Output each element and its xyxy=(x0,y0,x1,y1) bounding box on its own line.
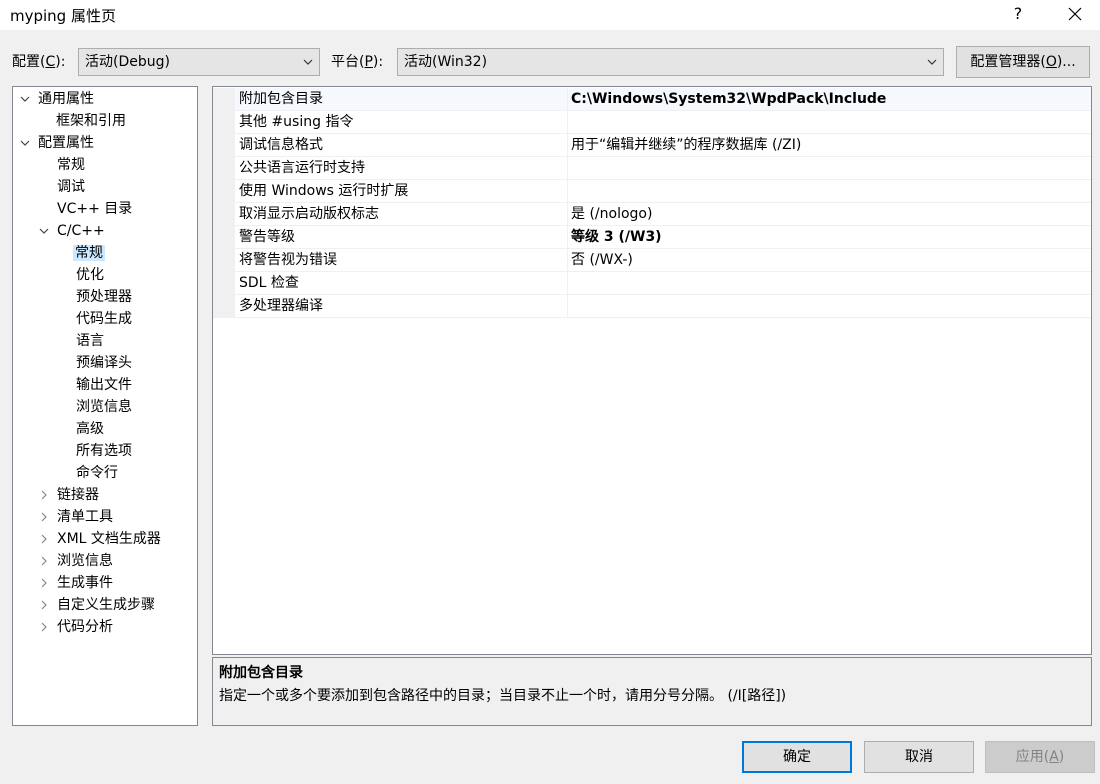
tree-item-optimization[interactable]: 优化 xyxy=(74,264,106,286)
chevron-right-icon xyxy=(41,490,47,500)
config-select-value: 活动(Debug) xyxy=(85,54,170,70)
tree-item-linker[interactable]: 链接器 xyxy=(38,484,101,506)
tree-item-c-cpp-general[interactable]: 常规 xyxy=(73,242,105,264)
platform-select[interactable]: 活动(Win32) xyxy=(397,48,944,76)
chevron-down-icon xyxy=(927,59,937,65)
description-panel: 附加包含目录 指定一个或多个要添加到包含路径中的目录；当目录不止一个时，请用分号… xyxy=(212,657,1092,726)
apply-button[interactable]: 应用(A) xyxy=(985,741,1095,773)
platform-select-value: 活动(Win32) xyxy=(404,54,488,70)
tree-item-preprocessor[interactable]: 预处理器 xyxy=(74,286,134,308)
property-row-clr-support[interactable]: 公共语言运行时支持 xyxy=(213,157,1091,180)
chevron-down-icon xyxy=(303,59,313,65)
tree-item-build-events[interactable]: 生成事件 xyxy=(38,572,115,594)
close-button[interactable] xyxy=(1060,0,1090,28)
chevron-down-icon xyxy=(39,228,49,234)
tree-item-custom-build-step[interactable]: 自定义生成步骤 xyxy=(38,594,157,616)
tree-item-browse-information[interactable]: 浏览信息 xyxy=(74,396,134,418)
close-icon xyxy=(1068,7,1082,21)
property-row-suppress-startup-banner[interactable]: 取消显示启动版权标志 是 (/nologo) xyxy=(213,203,1091,226)
property-row-sdl-checks[interactable]: SDL 检查 xyxy=(213,272,1091,295)
chevron-right-icon xyxy=(41,622,47,632)
property-row-treat-warnings-as-errors[interactable]: 将警告视为错误 否 (/WX-) xyxy=(213,249,1091,272)
property-row-additional-include-directories[interactable]: 附加包含目录 C:\Windows\System32\WpdPack\Inclu… xyxy=(213,88,1091,111)
tree-item-browse-information-2[interactable]: 浏览信息 xyxy=(38,550,115,572)
property-row-windows-runtime-extension[interactable]: 使用 Windows 运行时扩展 xyxy=(213,180,1091,203)
tree-item-common-properties[interactable]: 通用属性 xyxy=(19,88,96,110)
chevron-right-icon xyxy=(41,534,47,544)
title-bar: myping 属性页 ? xyxy=(0,0,1100,30)
property-tree[interactable]: 通用属性 框架和引用 配置属性 常规 调试 VC++ 目录 C/C++ 常规 优… xyxy=(12,86,198,726)
chevron-right-icon xyxy=(41,512,47,522)
tree-item-manifest-tool[interactable]: 清单工具 xyxy=(38,506,115,528)
tree-item-language[interactable]: 语言 xyxy=(74,330,106,352)
tree-item-vc-directories[interactable]: VC++ 目录 xyxy=(55,198,134,220)
configuration-manager-button[interactable]: 配置管理器(O)... xyxy=(956,46,1090,78)
tree-item-c-cpp[interactable]: C/C++ xyxy=(38,220,107,242)
tree-item-all-options[interactable]: 所有选项 xyxy=(74,440,134,462)
tree-item-advanced[interactable]: 高级 xyxy=(74,418,106,440)
property-grid[interactable]: 附加包含目录 C:\Windows\System32\WpdPack\Inclu… xyxy=(212,86,1092,655)
chevron-right-icon xyxy=(41,600,47,610)
config-select[interactable]: 活动(Debug) xyxy=(78,48,320,76)
chevron-down-icon xyxy=(20,140,30,146)
config-label: 配置(C): xyxy=(12,54,66,70)
chevron-right-icon xyxy=(41,578,47,588)
tree-item-general[interactable]: 常规 xyxy=(55,154,87,176)
tree-item-configuration-properties[interactable]: 配置属性 xyxy=(19,132,96,154)
platform-label: 平台(P): xyxy=(331,54,384,70)
tree-item-precompiled-headers[interactable]: 预编译头 xyxy=(74,352,134,374)
tree-item-code-generation[interactable]: 代码生成 xyxy=(74,308,134,330)
tree-item-command-line[interactable]: 命令行 xyxy=(74,462,120,484)
cancel-button[interactable]: 取消 xyxy=(864,741,974,773)
window-title: myping 属性页 xyxy=(10,7,116,25)
property-row-debug-information-format[interactable]: 调试信息格式 用于“编辑并继续”的程序数据库 (/ZI) xyxy=(213,134,1091,157)
description-title: 附加包含目录 xyxy=(219,665,303,681)
property-row-warning-level[interactable]: 警告等级 等级 3 (/W3) xyxy=(213,226,1091,249)
tree-item-xml-document-generator[interactable]: XML 文档生成器 xyxy=(38,528,163,550)
ok-button[interactable]: 确定 xyxy=(742,741,852,773)
property-row-multi-processor-compilation[interactable]: 多处理器编译 xyxy=(213,295,1091,318)
tree-item-framework-references[interactable]: 框架和引用 xyxy=(54,110,128,132)
tree-item-debugging[interactable]: 调试 xyxy=(55,176,87,198)
help-button[interactable]: ? xyxy=(1004,2,1032,26)
tree-item-code-analysis[interactable]: 代码分析 xyxy=(38,616,115,638)
property-row-additional-using-directives[interactable]: 其他 #using 指令 xyxy=(213,111,1091,134)
chevron-right-icon xyxy=(41,556,47,566)
tree-item-output-files[interactable]: 输出文件 xyxy=(74,374,134,396)
chevron-down-icon xyxy=(20,96,30,102)
description-text: 指定一个或多个要添加到包含路径中的目录；当目录不止一个时，请用分号分隔。 (/I… xyxy=(219,688,787,704)
